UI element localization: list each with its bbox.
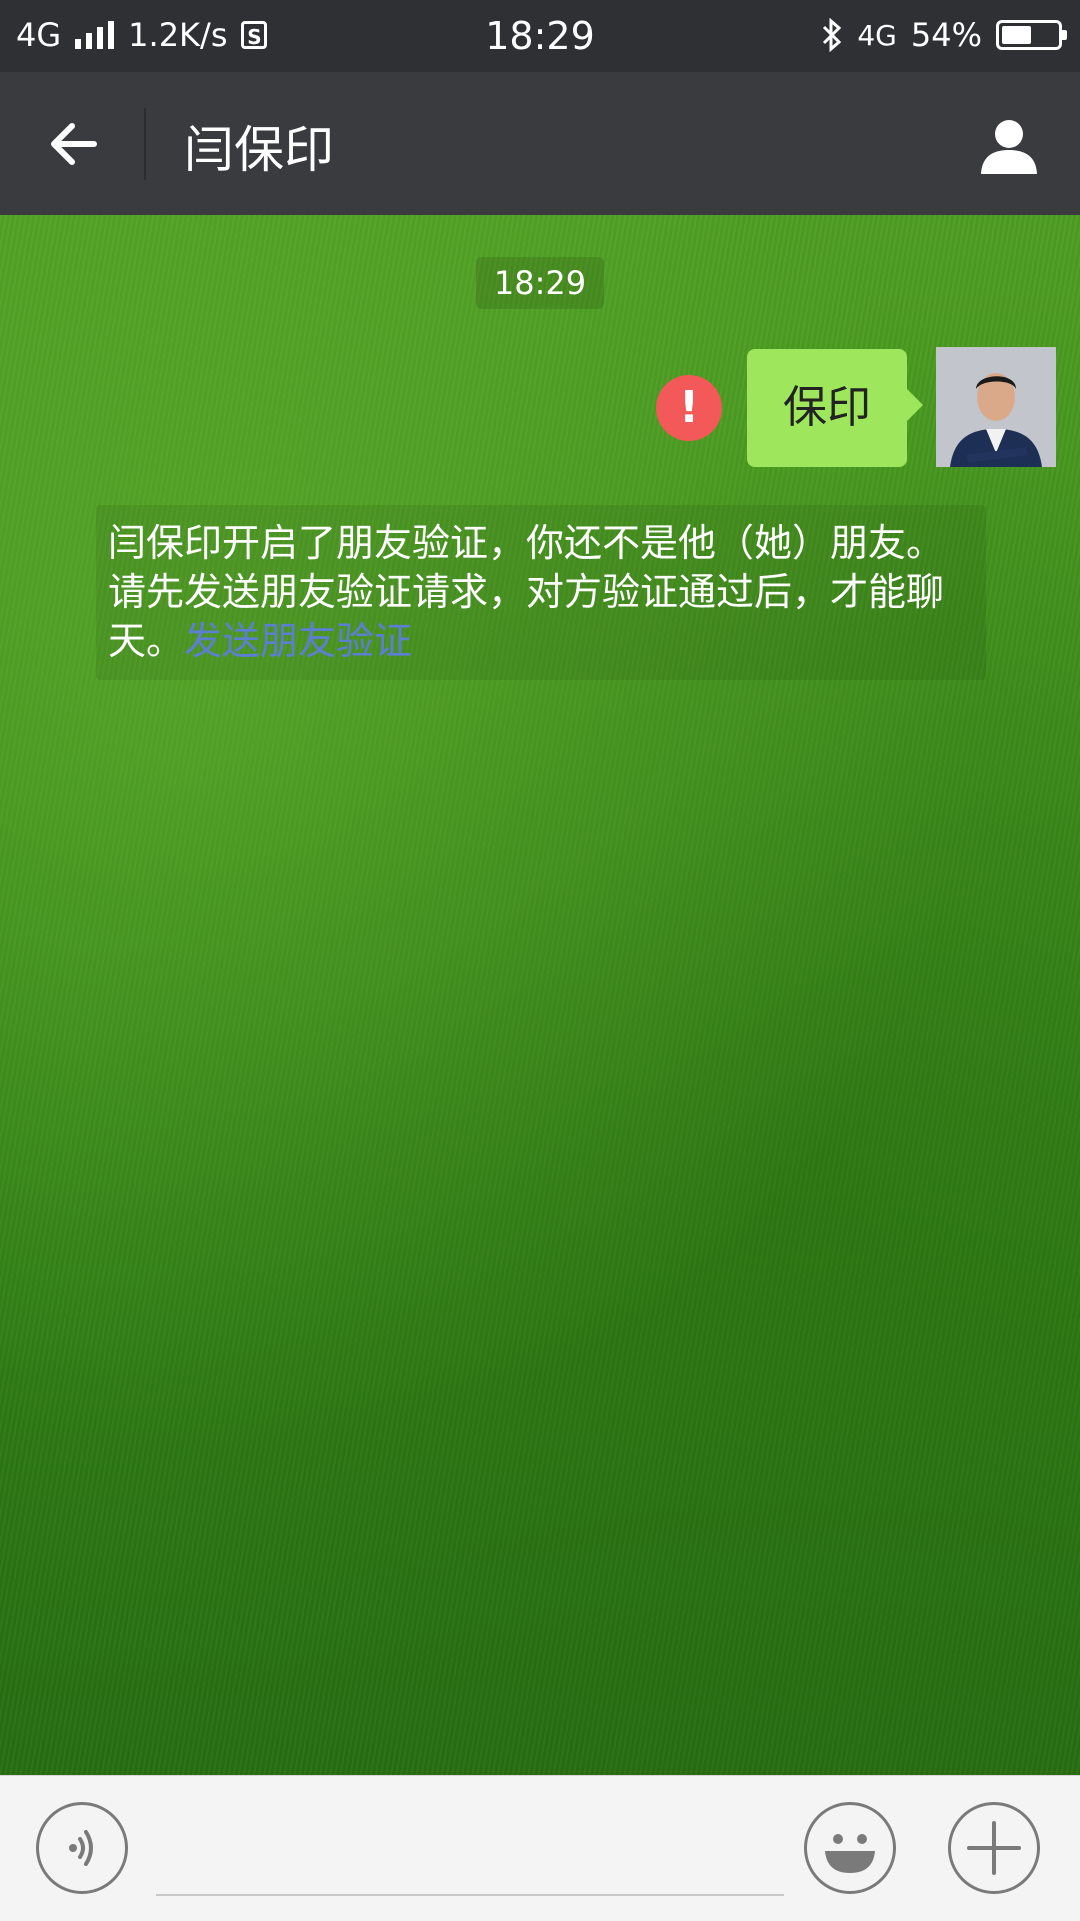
network-type-right: 4G: [857, 18, 897, 52]
plus-icon: [967, 1821, 1021, 1875]
back-arrow-icon[interactable]: [44, 114, 104, 174]
emoji-icon: [825, 1834, 875, 1873]
send-verification-link[interactable]: 发送朋友验证: [184, 619, 412, 663]
voice-button[interactable]: [36, 1802, 128, 1894]
emoji-button[interactable]: [804, 1802, 896, 1894]
voice-icon: [69, 1830, 93, 1866]
battery-fill: [1002, 26, 1032, 44]
bluetooth-icon: [823, 18, 842, 52]
battery-percent: 54%: [910, 16, 982, 54]
status-bar: 4G 1.2K/s S 18:29 4G 54%: [0, 0, 1080, 72]
message-input[interactable]: [156, 1806, 784, 1896]
message-bubble[interactable]: 保印: [747, 349, 923, 467]
person-icon[interactable]: [976, 112, 1042, 178]
page-title: 闫保印: [184, 121, 334, 179]
header-divider: [144, 108, 146, 180]
input-bar: [0, 1775, 1080, 1921]
chat-area[interactable]: 18:29 ! 保印 闫保印开启了朋友验证，你还不是他（她）朋友。请先发送朋友验…: [0, 215, 1080, 1775]
message-timestamp: 18:29: [476, 257, 604, 309]
chat-header: 闫保印: [0, 72, 1080, 215]
avatar-image: [936, 347, 1056, 467]
status-right: 4G 54%: [821, 16, 1067, 54]
plus-button[interactable]: [948, 1802, 1040, 1894]
send-failed-icon[interactable]: !: [656, 375, 722, 441]
battery-icon: [996, 20, 1067, 50]
system-notice: 闫保印开启了朋友验证，你还不是他（她）朋友。请先发送朋友验证请求，对方验证通过后…: [96, 505, 986, 680]
avatar[interactable]: [936, 347, 1056, 467]
